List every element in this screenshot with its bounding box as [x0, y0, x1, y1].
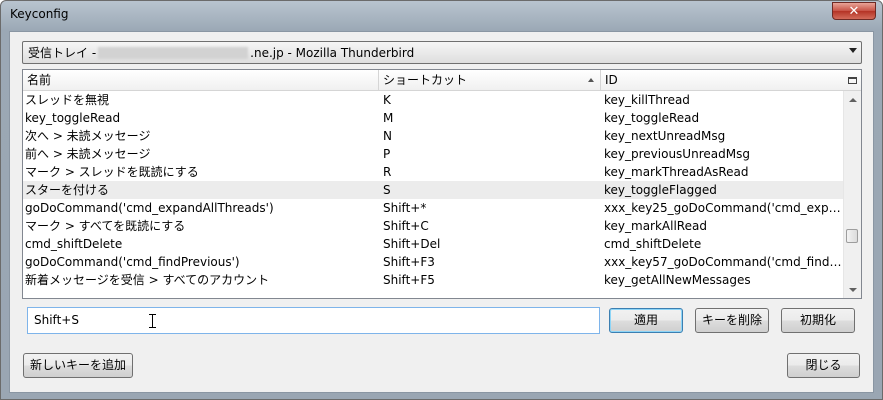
- shortcut-tree[interactable]: 名前 ショートカット ID スレッドを無視 Kkey_killThread key_…: [22, 69, 862, 299]
- cell-id: key_previousUnreadMsg: [604, 147, 750, 161]
- keyconfig-window: Keyconfig ✕ 受信トレイ - .ne.jp - Mozilla Thu…: [0, 0, 883, 400]
- table-row[interactable]: cmd_shiftDelete Shift+Del cmd_shiftDelete: [23, 235, 844, 253]
- cell-name: 次へ > 未読メッセージ: [25, 129, 151, 143]
- window-selector-suffix: .ne.jp - Mozilla Thunderbird: [250, 45, 415, 60]
- table-row[interactable]: マーク > スレッドを既読にする Rkey_markThreadAsRead: [23, 163, 844, 181]
- column-header-shortcut[interactable]: ショートカット: [379, 70, 601, 90]
- cell-shortcut: S: [383, 183, 391, 197]
- cell-name: 前へ > 未読メッセージ: [25, 147, 151, 161]
- arrow-down-icon: [848, 287, 857, 292]
- dialog-body: 受信トレイ - .ne.jp - Mozilla Thunderbird 名前 …: [9, 31, 874, 393]
- cell-shortcut: K: [383, 93, 391, 107]
- cell-id: cmd_shiftDelete: [604, 237, 702, 251]
- add-new-key-button[interactable]: 新しいキーを追加: [23, 353, 133, 378]
- table-row[interactable]: 前へ > 未読メッセージ Pkey_previousUnreadMsg: [23, 145, 844, 163]
- cell-id: key_markAllRead: [604, 219, 707, 233]
- reset-button[interactable]: 初期化: [781, 308, 855, 333]
- table-row[interactable]: goDoCommand('cmd_expandAllThreads') Shift…: [23, 199, 844, 217]
- cell-name: goDoCommand('cmd_expandAllThreads'): [25, 201, 274, 215]
- cell-id: xxx_key25_goDoCommand('cmd_expa...: [604, 201, 842, 215]
- arrow-up-icon: [848, 97, 857, 102]
- cell-name: マーク > すべてを既読にする: [25, 219, 186, 233]
- text-cursor-icon: [149, 314, 156, 328]
- cell-name: key_toggleRead: [25, 111, 121, 125]
- table-row[interactable]: マーク > すべてを既読にする Shift+C key_markAllRead: [23, 217, 844, 235]
- cell-id: key_toggleFlagged: [604, 183, 717, 197]
- cell-shortcut: M: [383, 111, 394, 125]
- scroll-up-button[interactable]: [844, 91, 861, 108]
- cell-id: key_toggleRead: [604, 111, 700, 125]
- cell-id: key_killThread: [604, 93, 690, 107]
- shortcut-key-input[interactable]: Shift+S: [27, 307, 600, 334]
- column-header-name[interactable]: 名前: [23, 70, 379, 90]
- scroll-down-button[interactable]: [844, 281, 861, 298]
- cell-name: スレッドを無視: [25, 93, 110, 107]
- cell-name: スターを付ける: [25, 183, 110, 197]
- table-row[interactable]: 次へ > 未読メッセージ Nkey_nextUnreadMsg: [23, 127, 844, 145]
- vertical-scrollbar[interactable]: [843, 91, 861, 298]
- column-header-id[interactable]: ID: [601, 70, 843, 90]
- delete-key-button[interactable]: キーを削除: [695, 308, 769, 333]
- close-button[interactable]: 閉じる: [787, 353, 860, 378]
- chevron-down-icon[interactable]: [849, 48, 857, 53]
- cell-shortcut: P: [383, 147, 391, 161]
- redacted-text: [98, 46, 249, 59]
- table-row[interactable]: スターを付ける Skey_toggleFlagged: [23, 181, 844, 199]
- apply-button[interactable]: 適用: [609, 308, 683, 333]
- cell-name: マーク > スレッドを既読にする: [25, 165, 199, 179]
- table-row[interactable]: 新着メッセージを受信 > すべてのアカウント Shift+F5 key_getAll…: [23, 271, 844, 289]
- cell-name: goDoCommand('cmd_findPrevious'): [25, 255, 240, 269]
- column-picker-icon[interactable]: [843, 70, 861, 90]
- shortcut-key-value: Shift+S: [34, 313, 79, 327]
- tree-header: 名前 ショートカット ID: [23, 70, 861, 91]
- window-selector-dropdown[interactable]: 受信トレイ - .ne.jp - Mozilla Thunderbird: [22, 41, 862, 64]
- title-bar[interactable]: Keyconfig ✕: [1, 1, 882, 31]
- cell-id: key_markThreadAsRead: [604, 165, 749, 179]
- cell-name: cmd_shiftDelete: [25, 237, 123, 251]
- sort-ascending-icon: [588, 78, 594, 82]
- table-row[interactable]: goDoCommand('cmd_findPrevious') Shift+F3 x…: [23, 253, 844, 271]
- window-selector-prefix: 受信トレイ -: [28, 46, 97, 60]
- cell-shortcut: R: [383, 165, 392, 179]
- cell-shortcut: Shift+F3: [383, 255, 435, 269]
- cell-id: key_nextUnreadMsg: [604, 129, 726, 143]
- scrollbar-thumb[interactable]: [846, 229, 858, 243]
- cell-name: 新着メッセージを受信 > すべてのアカウント: [25, 273, 270, 287]
- cell-id: xxx_key57_goDoCommand('cmd_findP...: [604, 255, 842, 269]
- cell-shortcut: Shift+*: [383, 201, 427, 215]
- cell-id: key_getAllNewMessages: [604, 273, 751, 287]
- table-row[interactable]: スレッドを無視 Kkey_killThread: [23, 91, 844, 109]
- tree-rows: スレッドを無視 Kkey_killThread key_toggleRead Mkey…: [23, 91, 844, 289]
- cell-shortcut: Shift+F5: [383, 273, 435, 287]
- window-title: Keyconfig: [10, 7, 69, 21]
- close-icon: ✕: [848, 3, 860, 19]
- window-close-button[interactable]: ✕: [832, 2, 876, 20]
- cell-shortcut: Shift+C: [383, 219, 429, 233]
- cell-shortcut: N: [383, 129, 392, 143]
- table-row[interactable]: key_toggleRead Mkey_toggleRead: [23, 109, 844, 127]
- column-header-shortcut-label: ショートカット: [383, 73, 468, 87]
- cell-shortcut: Shift+Del: [383, 237, 441, 251]
